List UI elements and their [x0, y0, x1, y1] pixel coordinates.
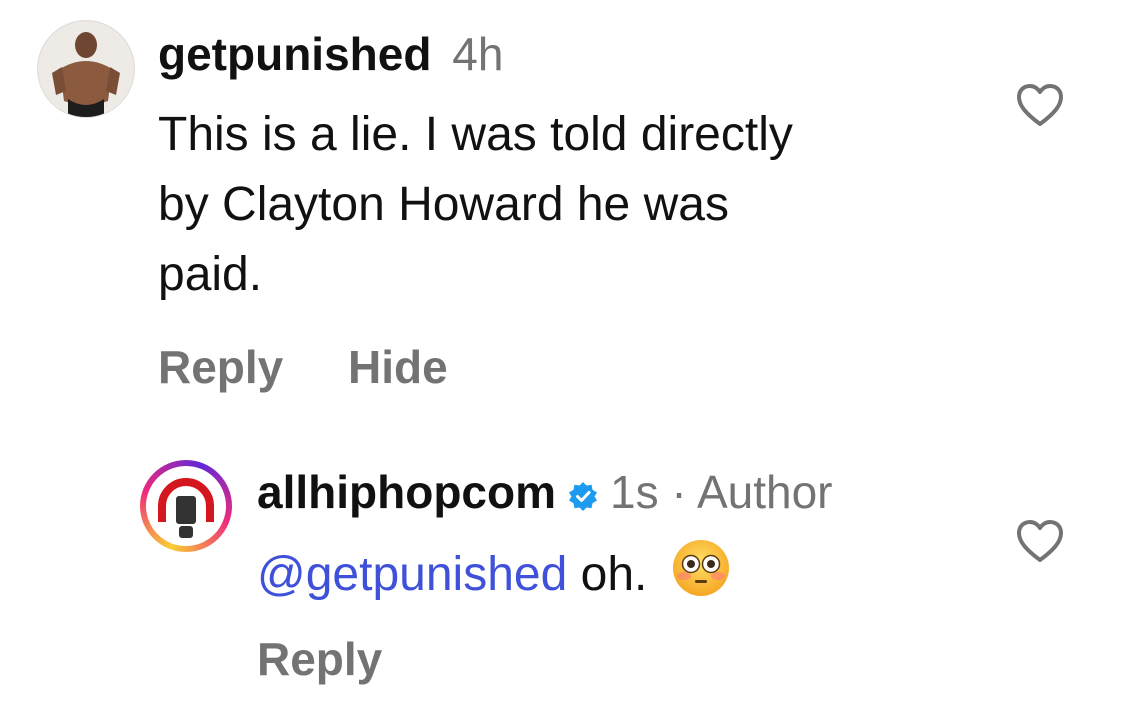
timestamp: 1s [610, 466, 659, 518]
avatar-story-ring[interactable] [140, 460, 232, 552]
author-label: Author [696, 466, 833, 518]
comment-actions: Reply [257, 632, 434, 686]
username[interactable]: allhiphopcom [257, 466, 556, 518]
mention-link[interactable]: @getpunished [257, 548, 567, 601]
username[interactable]: getpunished [158, 28, 431, 80]
reply-button[interactable]: Reply [158, 341, 283, 393]
comment-text: This is a lie. I was told directly by Cl… [158, 100, 793, 310]
comment-text-line: paid. [158, 248, 263, 301]
allhiphop-logo-icon [148, 468, 224, 544]
heart-icon[interactable] [1015, 518, 1065, 564]
avatar[interactable] [37, 20, 135, 118]
reply-button[interactable]: Reply [257, 633, 382, 685]
verified-badge-icon [569, 481, 597, 511]
avatar [146, 466, 226, 546]
timestamp: 4h [452, 28, 504, 80]
comment-text-line: by Clayton Howard he was [158, 178, 729, 231]
separator: · [671, 466, 687, 518]
comment-text: @getpunished oh. [257, 538, 731, 608]
reply-comment-item: allhiphopcom 1s · Author @getpunished oh… [0, 440, 1125, 707]
comment-header: allhiphopcom 1s · Author [257, 464, 832, 520]
comment-item: getpunished 4h This is a lie. I was told… [0, 0, 1125, 420]
profile-photo [38, 21, 134, 117]
hide-button[interactable]: Hide [348, 341, 448, 393]
flushed-face-icon [672, 540, 729, 596]
comment-text-line: This is a lie. I was told directly [158, 108, 793, 161]
heart-icon[interactable] [1015, 82, 1065, 128]
comment-header: getpunished 4h [158, 26, 503, 82]
comment-actions: Reply Hide [158, 340, 500, 394]
comment-text-content: oh. [580, 548, 648, 601]
